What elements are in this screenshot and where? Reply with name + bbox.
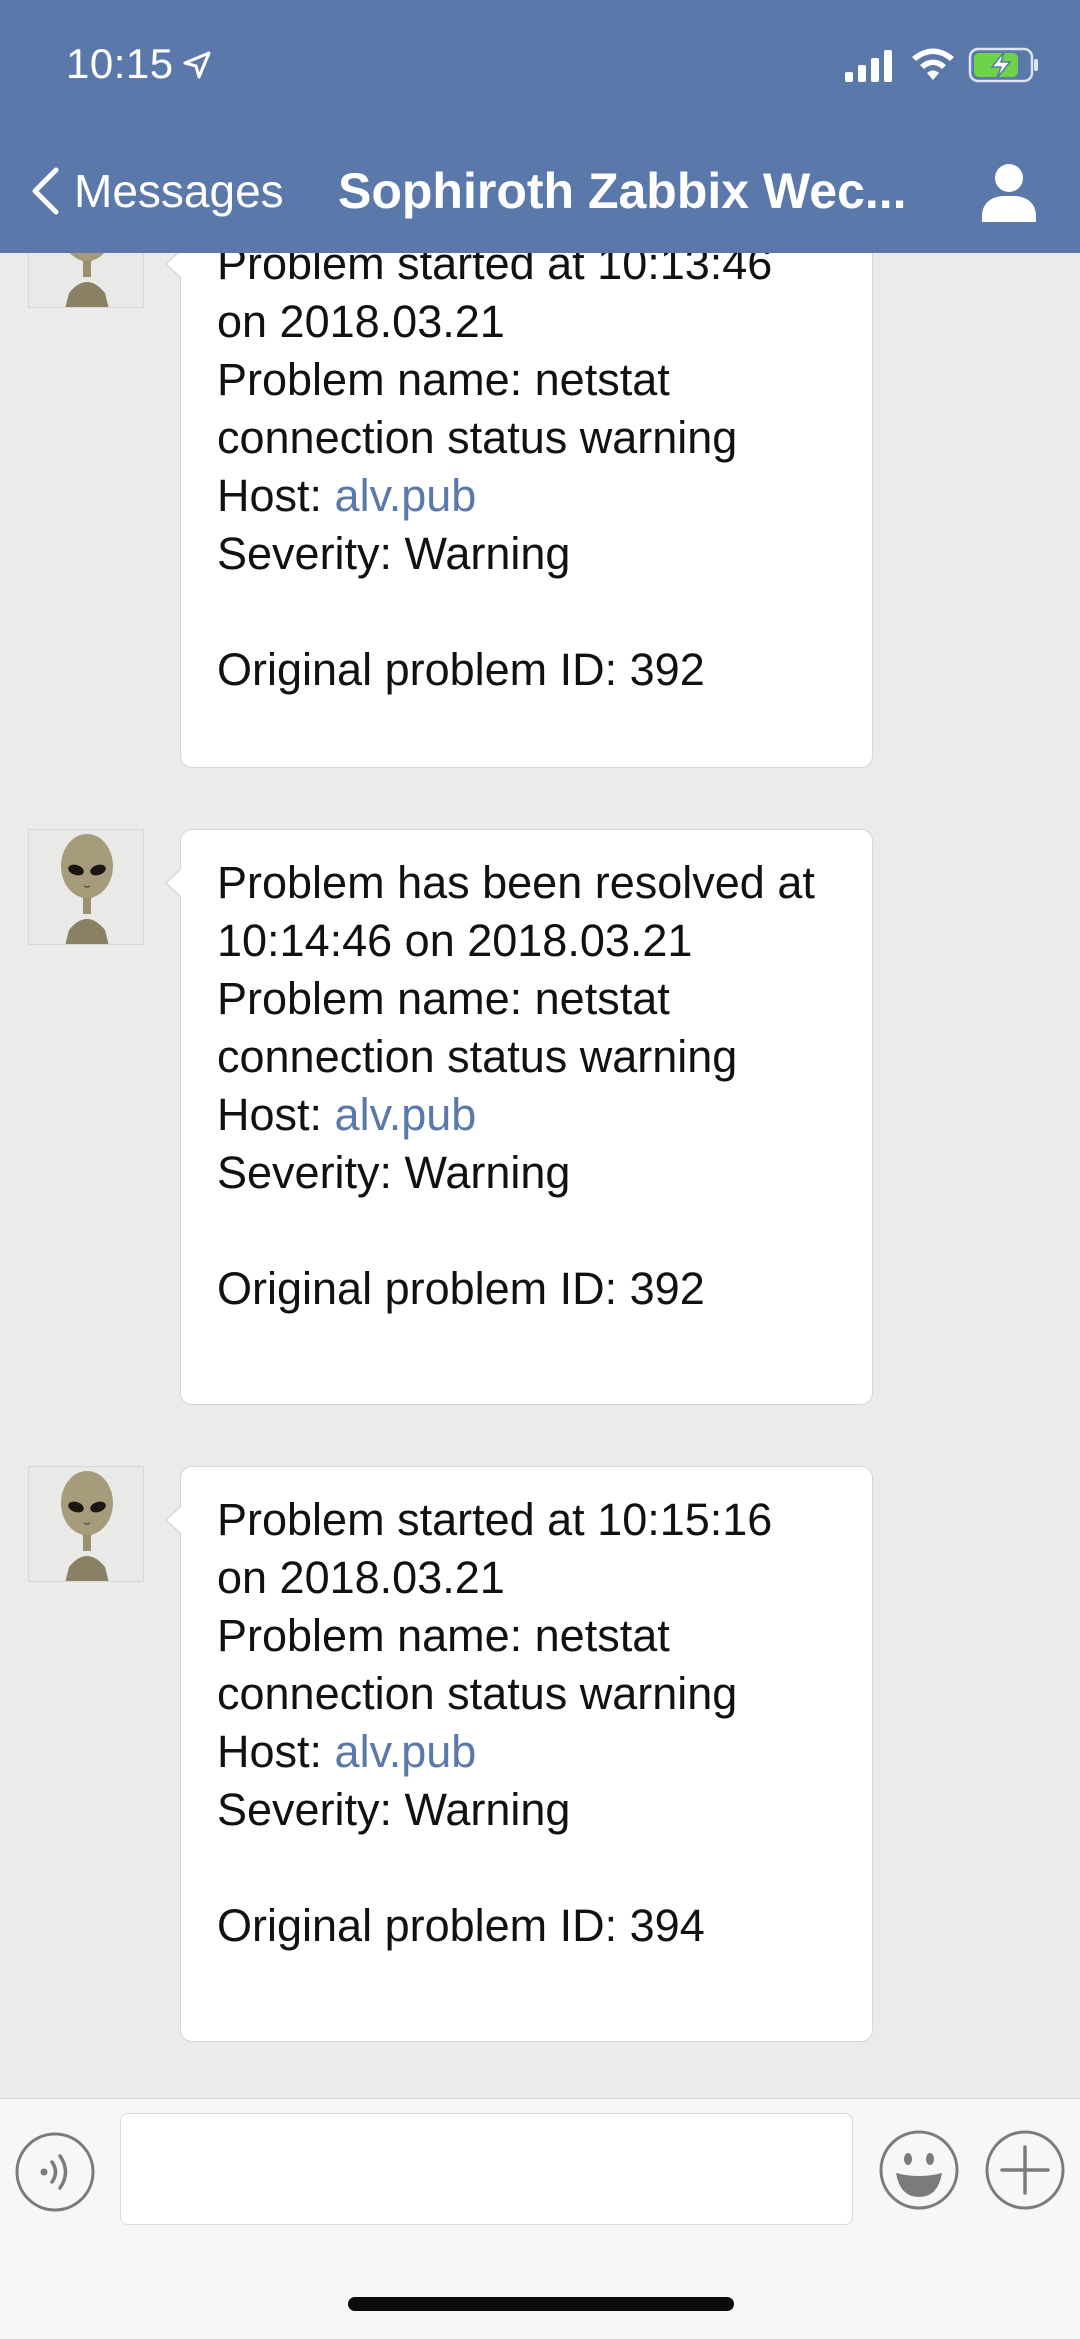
wifi-icon: [912, 48, 954, 80]
home-indicator[interactable]: [348, 2297, 734, 2311]
bubble-tail: [165, 249, 182, 279]
message-line: on 2018.03.21: [217, 1552, 505, 1603]
status-time: 10:15: [66, 40, 174, 87]
message-line: on 2018.03.21: [217, 296, 505, 347]
severity-line: Severity: Warning: [217, 1784, 571, 1835]
battery-charging-icon: [968, 47, 1038, 83]
severity-line: Severity: Warning: [217, 528, 571, 579]
message-bubble[interactable]: Problem started at 10:13:46 on 2018.03.2…: [165, 210, 873, 768]
voice-icon[interactable]: [14, 2131, 96, 2213]
chevron-left-icon: [32, 167, 59, 215]
host-link[interactable]: alv.pub: [335, 1089, 477, 1140]
host-line: Host: alv.pub: [217, 1723, 836, 1781]
message-line: connection status warning: [217, 1031, 738, 1082]
host-label: Host:: [217, 1089, 335, 1140]
bubble-tail: [165, 1505, 182, 1535]
original-id-line: Original problem ID: 392: [217, 644, 705, 695]
message-line: Problem name: netstat: [217, 1610, 670, 1661]
message-bubble[interactable]: Problem started at 10:15:16 on 2018.03.2…: [165, 1466, 873, 2042]
severity-line: Severity: Warning: [217, 1147, 571, 1198]
status-bar: 10:15: [0, 0, 1080, 130]
original-id-line: Original problem ID: 392: [217, 1263, 705, 1314]
cellular-signal-icon: [845, 50, 892, 82]
original-id-line: Original problem ID: 394: [217, 1900, 705, 1951]
person-icon[interactable]: [978, 160, 1040, 224]
message-line: Problem has been resolved at: [217, 857, 815, 908]
message-input[interactable]: [120, 2113, 853, 2225]
message-line: 10:14:46 on 2018.03.21: [217, 915, 693, 966]
emoji-icon[interactable]: [878, 2129, 960, 2211]
message-line: connection status warning: [217, 1668, 738, 1719]
host-link[interactable]: alv.pub: [335, 470, 477, 521]
message-line: Problem started at 10:15:16: [217, 1494, 773, 1545]
message-line: connection status warning: [217, 412, 738, 463]
bubble-tail: [165, 868, 182, 898]
message-bubble[interactable]: Problem has been resolved at 10:14:46 on…: [165, 829, 873, 1405]
nav-bar: Messages Sophiroth Zabbix Wec...: [0, 140, 1080, 253]
back-button[interactable]: Messages: [28, 160, 284, 222]
message-line: Problem name: netstat: [217, 354, 670, 405]
app-header: 10:15 Messages Sophiroth Zabbix Wec...: [0, 0, 1080, 253]
host-label: Host:: [217, 470, 335, 521]
chat-screen: Problem started at 10:13:46 on 2018.03.2…: [0, 0, 1080, 2339]
alien-avatar-icon[interactable]: [28, 1466, 144, 1582]
message-list[interactable]: Problem started at 10:13:46 on 2018.03.2…: [0, 0, 1080, 2100]
host-link[interactable]: alv.pub: [335, 1726, 477, 1777]
host-label: Host:: [217, 1726, 335, 1777]
back-label: Messages: [74, 165, 284, 217]
host-line: Host: alv.pub: [217, 467, 836, 525]
plus-icon[interactable]: [984, 2129, 1066, 2211]
location-arrow-icon: [183, 51, 211, 79]
alien-avatar-icon[interactable]: [28, 829, 144, 945]
message-line: Problem name: netstat: [217, 973, 670, 1024]
host-line: Host: alv.pub: [217, 1086, 836, 1144]
chat-title: Sophiroth Zabbix Wec...: [338, 163, 907, 219]
